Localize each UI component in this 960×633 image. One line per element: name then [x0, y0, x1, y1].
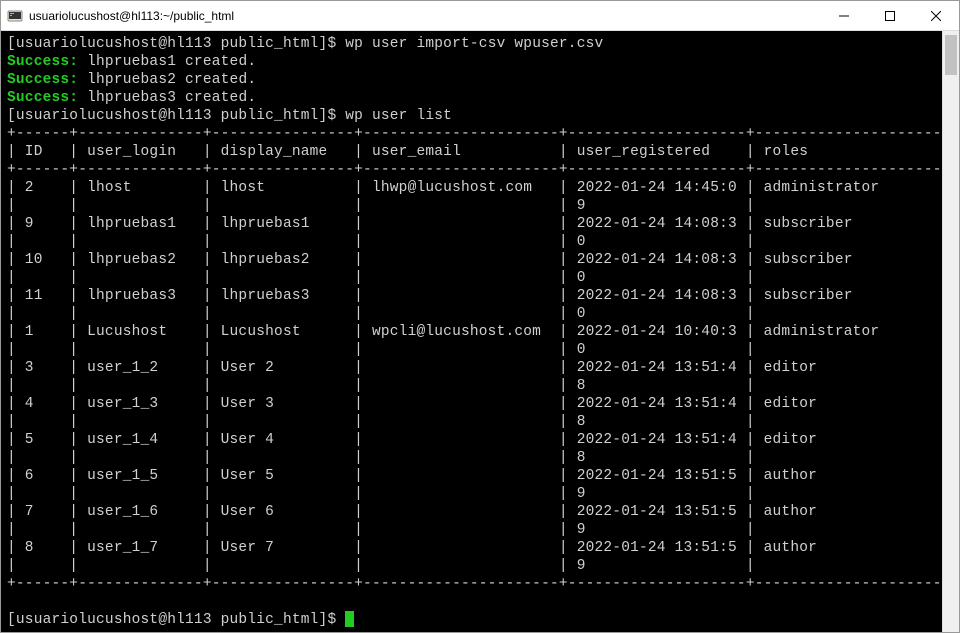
maximize-button[interactable]: [867, 1, 913, 31]
close-button[interactable]: [913, 1, 959, 31]
window-titlebar: usuariolucushost@hl113:~/public_html: [1, 1, 959, 31]
window-controls: [821, 1, 959, 30]
app-icon: [7, 8, 23, 24]
terminal-cursor: [345, 611, 354, 627]
minimize-button[interactable]: [821, 1, 867, 31]
terminal-output[interactable]: [usuariolucushost@hl113 public_html]$ wp…: [1, 31, 942, 632]
window-title: usuariolucushost@hl113:~/public_html: [29, 9, 821, 23]
scrollbar[interactable]: [942, 31, 959, 632]
scrollbar-thumb[interactable]: [945, 35, 957, 75]
